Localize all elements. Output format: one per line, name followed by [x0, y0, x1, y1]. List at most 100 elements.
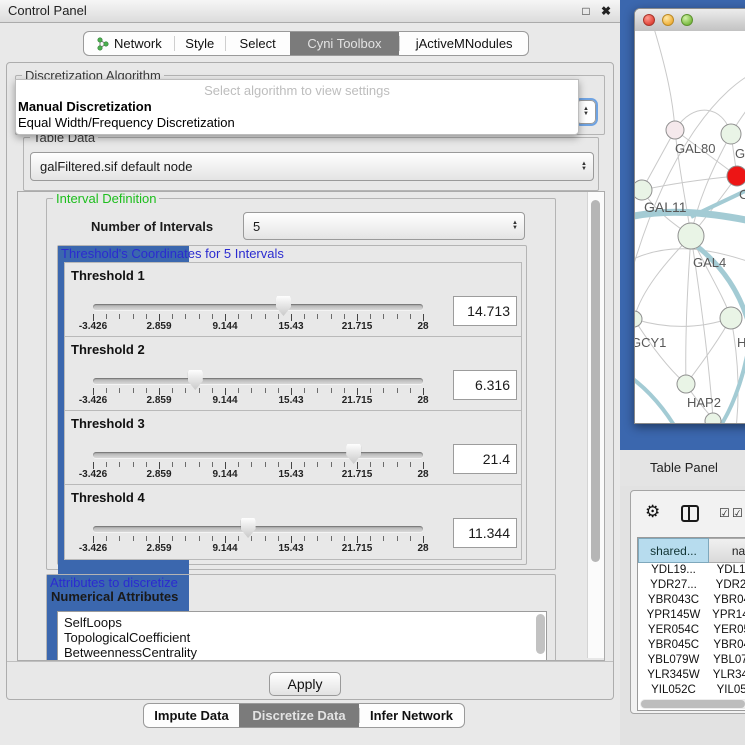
- close-traffic-light-icon[interactable]: [643, 14, 655, 26]
- table-header-row: shared... na: [638, 538, 745, 563]
- network-node[interactable]: [635, 180, 652, 200]
- table-cell[interactable]: YDR27...: [638, 578, 709, 593]
- threshold-2-slider-track[interactable]: [93, 378, 423, 384]
- table-cell[interactable]: YDL19...: [709, 563, 745, 578]
- table-cell[interactable]: YDR27...: [709, 578, 745, 593]
- table-cell[interactable]: YLR345W: [638, 668, 709, 683]
- apply-button[interactable]: Apply: [269, 672, 341, 696]
- table-row[interactable]: YDR27...YDR27...: [638, 578, 745, 593]
- attributes-list-scrollbar[interactable]: [536, 614, 545, 654]
- table-row[interactable]: YLR345WYLR345W: [638, 668, 745, 683]
- gear-icon[interactable]: ⚙: [645, 502, 660, 522]
- table-scrollbar-thumb[interactable]: [641, 700, 745, 708]
- node-label: GAL4: [693, 255, 726, 270]
- cyni-bottom-tabbar: Impute Data Discretize Data Infer Networ…: [143, 703, 465, 728]
- checkbox-icon[interactable]: ☑: [732, 506, 743, 520]
- threshold-1-slider-track[interactable]: [93, 304, 423, 310]
- network-node[interactable]: [721, 124, 741, 144]
- zoom-traffic-light-icon[interactable]: [681, 14, 693, 26]
- algorithm-option-manual[interactable]: Manual Discretization: [16, 99, 578, 115]
- threshold-4-slider-thumb[interactable]: [241, 518, 256, 538]
- table-cell[interactable]: YBL079W: [638, 653, 709, 668]
- table-cell[interactable]: YPR145W: [709, 608, 745, 623]
- table-cell[interactable]: YIL052C: [638, 683, 709, 698]
- network-node-selected[interactable]: [727, 166, 745, 186]
- interval-definition-group: Interval Definition Number of Intervals …: [46, 198, 556, 570]
- network-window-titlebar: [635, 9, 745, 32]
- threshold-2-value-field[interactable]: 6.316: [453, 370, 517, 400]
- float-window-icon[interactable]: □: [578, 2, 594, 20]
- tab-select[interactable]: Select: [226, 32, 290, 55]
- table-cell[interactable]: YER054C: [638, 623, 709, 638]
- threshold-3-value-field[interactable]: 21.4: [453, 444, 517, 474]
- network-graph: GAL80 GA C GAL11 GAL4 GCY1 H HAP2: [635, 31, 745, 423]
- list-item[interactable]: SelfLoops: [58, 615, 546, 630]
- list-item[interactable]: BetweennessCentrality: [58, 645, 546, 660]
- table-horizontal-scrollbar[interactable]: [640, 699, 745, 709]
- network-node[interactable]: [705, 413, 721, 423]
- threshold-4-slider-track[interactable]: [93, 526, 423, 532]
- table-row[interactable]: YBL079WYBL079W: [638, 653, 745, 668]
- table-cell[interactable]: YIL052C: [709, 683, 745, 698]
- algorithm-popup-prompt: Select algorithm to view settings: [16, 80, 578, 99]
- threshold-2-slider-thumb[interactable]: [188, 370, 203, 390]
- threshold-3-slider-thumb[interactable]: [346, 444, 361, 464]
- threshold-1-slider-thumb[interactable]: [276, 296, 291, 316]
- table-row[interactable]: YIL052CYIL052C: [638, 683, 745, 698]
- tab-discretize-data-label: Discretize Data: [252, 708, 345, 723]
- table-data-combobox-value: galFiltered.sif default node: [40, 153, 192, 180]
- table-cell[interactable]: YBR045C: [638, 638, 709, 653]
- table-cell[interactable]: YBR043C: [709, 593, 745, 608]
- network-node[interactable]: [635, 311, 642, 327]
- threshold-4-panel: Threshold 4 -3.4262.8599.14415.4321.7152…: [64, 484, 522, 560]
- table-row[interactable]: YBR043CYBR043C: [638, 593, 745, 608]
- threshold-1-value-field[interactable]: 14.713: [453, 296, 517, 326]
- table-row[interactable]: YBR045CYBR045C: [638, 638, 745, 653]
- table-row[interactable]: YPR145WYPR145W: [638, 608, 745, 623]
- tab-infer-network[interactable]: Infer Network: [360, 704, 463, 727]
- checkbox-icon[interactable]: ☑: [719, 506, 730, 520]
- network-node[interactable]: [677, 375, 695, 393]
- tab-network-label: Network: [114, 36, 162, 51]
- tab-cyni-toolbox[interactable]: Cyni Toolbox: [290, 32, 400, 55]
- table-row[interactable]: YER054CYER054C: [638, 623, 745, 638]
- tab-impute-data-label: Impute Data: [154, 708, 228, 723]
- settings-vertical-scrollbar[interactable]: [587, 192, 604, 658]
- spinner-down-icon: ▼: [512, 226, 518, 231]
- attributes-group: Attributes to discretize Numerical Attri…: [46, 574, 556, 661]
- network-node[interactable]: [678, 223, 704, 249]
- tab-style[interactable]: Style: [175, 32, 225, 55]
- threshold-3-slider-track[interactable]: [93, 452, 423, 458]
- table-cell[interactable]: YBR045C: [709, 638, 745, 653]
- tab-jactivemnodules[interactable]: jActiveMNodules: [400, 32, 528, 55]
- tab-discretize-data[interactable]: Discretize Data: [239, 704, 359, 727]
- network-node[interactable]: [720, 307, 742, 329]
- table-body: YDL19...YDL19... YDR27...YDR27... YBR043…: [638, 563, 745, 698]
- settings-scrollbar-thumb[interactable]: [591, 200, 600, 562]
- table-cell[interactable]: YPR145W: [638, 608, 709, 623]
- column-header-name[interactable]: na: [709, 538, 745, 563]
- table-row[interactable]: YDL19...YDL19...: [638, 563, 745, 578]
- table-data-combobox[interactable]: galFiltered.sif default node ▲ ▼: [30, 152, 594, 181]
- network-canvas[interactable]: GAL80 GA C GAL11 GAL4 GCY1 H HAP2: [635, 31, 745, 423]
- split-column-icon[interactable]: [681, 505, 699, 522]
- close-window-icon[interactable]: ✖: [598, 2, 614, 20]
- column-header-shared-name[interactable]: shared...: [638, 538, 709, 563]
- threshold-1-panel: Threshold 1 -3.4262.8599.14415.4321.7152…: [64, 262, 522, 338]
- network-nodes: [635, 121, 745, 423]
- algorithm-option-equal-width[interactable]: Equal Width/Frequency Discretization: [16, 115, 578, 131]
- table-cell[interactable]: YBL079W: [709, 653, 745, 668]
- network-node[interactable]: [666, 121, 684, 139]
- node-label: H: [737, 335, 745, 350]
- minimize-traffic-light-icon[interactable]: [662, 14, 674, 26]
- table-cell[interactable]: YDL19...: [638, 563, 709, 578]
- list-item[interactable]: TopologicalCoefficient: [58, 630, 546, 645]
- number-of-intervals-combobox[interactable]: 5 ▲ ▼: [243, 212, 525, 240]
- table-cell[interactable]: YBR043C: [638, 593, 709, 608]
- threshold-4-value-field[interactable]: 11.344: [453, 518, 517, 548]
- algorithm-combobox-button[interactable]: ▲ ▼: [576, 100, 596, 124]
- table-cell[interactable]: YLR345W: [709, 668, 745, 683]
- tab-impute-data[interactable]: Impute Data: [144, 704, 239, 727]
- tab-network[interactable]: Network: [84, 32, 174, 55]
- table-cell[interactable]: YER054C: [709, 623, 745, 638]
